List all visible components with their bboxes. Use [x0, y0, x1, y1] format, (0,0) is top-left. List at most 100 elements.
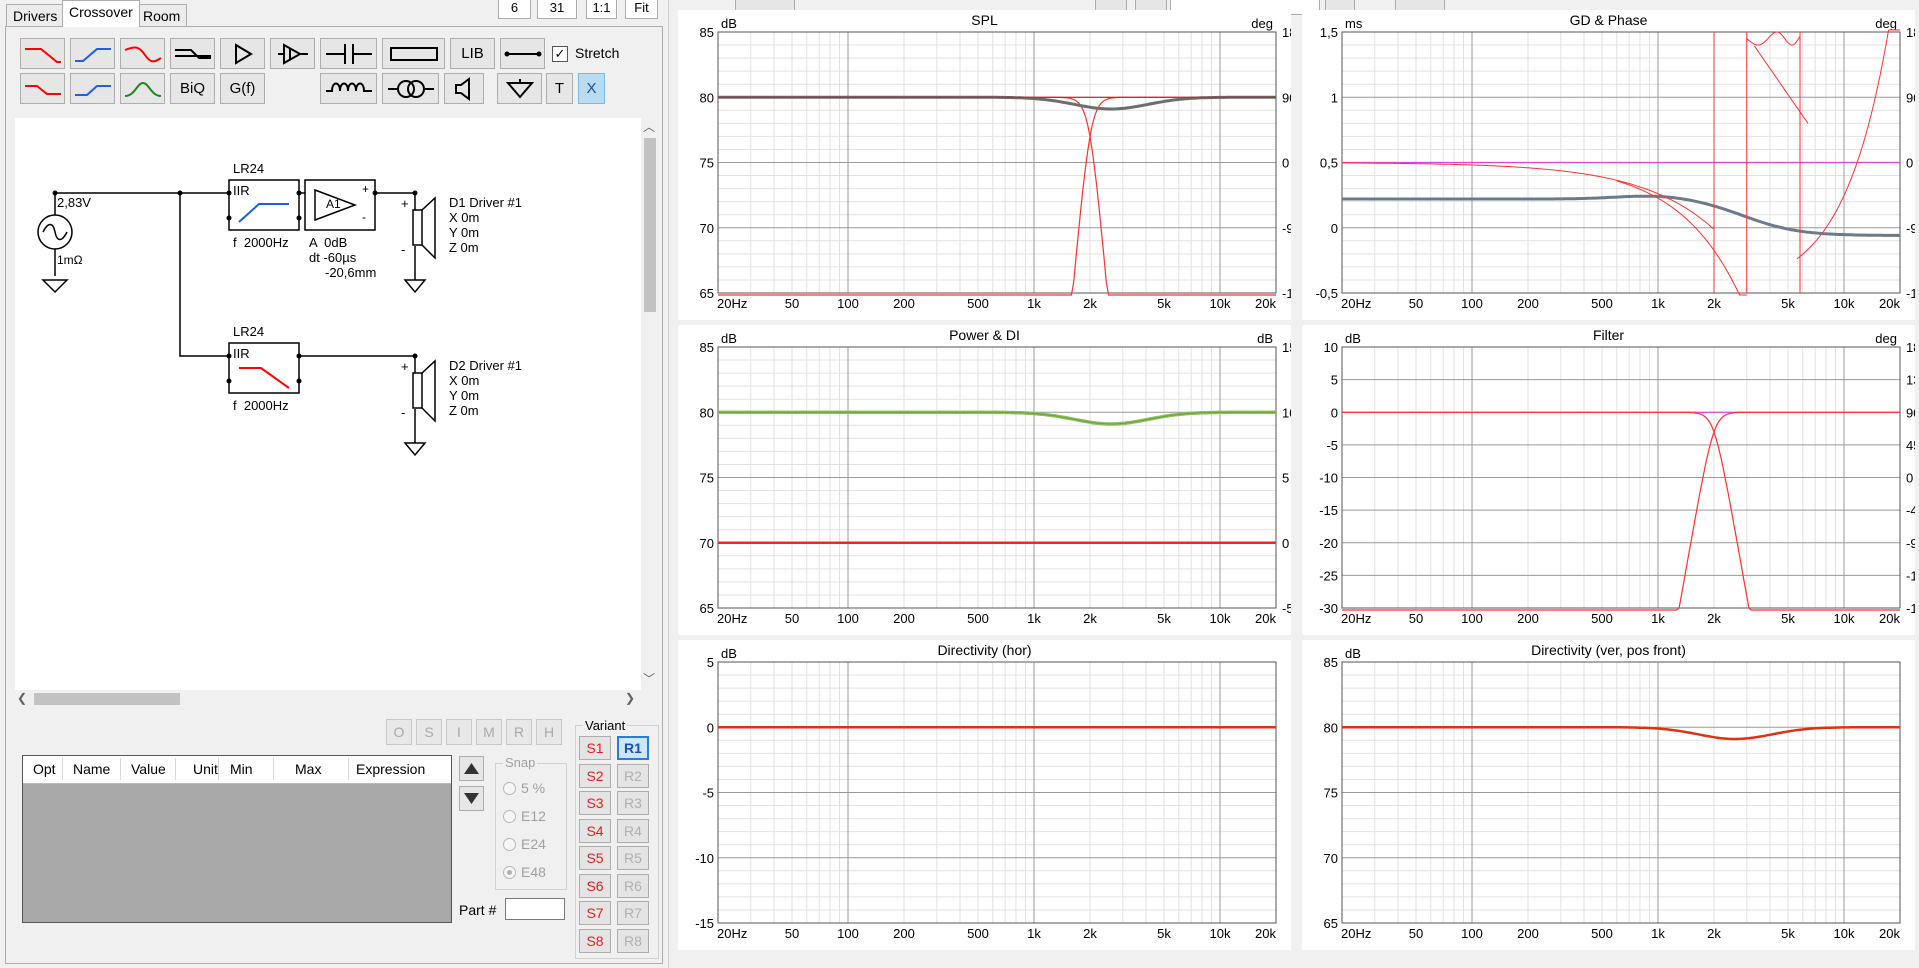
scroll-up-icon[interactable]: ︿	[643, 118, 655, 135]
chart-plot[interactable]: Power & DIdBdB8580757065151050-520Hz5010…	[678, 325, 1291, 635]
chart-plot[interactable]: FilterdBdeg1050-5-10-15-20-25-3018013590…	[1302, 325, 1915, 635]
buffer-button[interactable]	[270, 38, 315, 69]
highpass-filter-curve	[1342, 411, 1900, 611]
allpass-red-button[interactable]	[120, 38, 165, 69]
resistor-button[interactable]	[382, 38, 445, 69]
chart-panel[interactable]: SPL dB deg 85 80 75 70 65 180 90 0 -90 -180 20Hz 50 100…	[678, 10, 1291, 320]
block-2-type[interactable]: IIR	[233, 346, 250, 361]
chart-panel[interactable]: Directivity (ver, pos front) dB 85 80 75 70 65…	[1302, 640, 1915, 950]
fit-button[interactable]: Fit	[625, 0, 658, 19]
variant-s5-button[interactable]: S5	[579, 846, 611, 870]
variant-r7-button[interactable]: R7	[617, 901, 649, 925]
column-opt[interactable]: Opt	[33, 761, 56, 777]
m-button[interactable]: M	[476, 719, 502, 745]
variant-s2-button[interactable]: S2	[579, 763, 611, 788]
shelf-filter-button[interactable]	[170, 38, 215, 69]
variant-r8-button[interactable]: R8	[617, 928, 649, 953]
tab-crossover[interactable]: Crossover	[62, 0, 140, 27]
s-button[interactable]: S	[416, 719, 442, 745]
highpass-blue-2-button[interactable]	[70, 73, 115, 104]
frequency-tick-label: 50	[1409, 611, 1423, 626]
parameter-table[interactable]: Opt Name Value Unit Min Max Expression	[22, 755, 452, 923]
library-button[interactable]: LIB	[450, 38, 495, 69]
speaker-button[interactable]	[444, 73, 484, 104]
schematic-vertical-scrollbar[interactable]: ︿ ﹀	[641, 118, 659, 690]
h-button[interactable]: H	[536, 719, 562, 745]
phase-curve-top	[1746, 31, 1801, 46]
transformer-button[interactable]	[382, 73, 439, 104]
chart-panel[interactable]: GD & Phase ms deg 1,5 1 0,5 0 -0,5 180 90 0 -90 -180…	[1302, 10, 1915, 320]
snap-option-label: E48	[521, 864, 546, 880]
zoom-1to1-button[interactable]: 1:1	[586, 0, 617, 19]
amplifier-button[interactable]	[220, 38, 265, 69]
variant-s4-button[interactable]: S4	[579, 818, 611, 843]
o-button[interactable]: O	[386, 719, 412, 745]
scroll-down-icon[interactable]: ﹀	[643, 670, 655, 687]
bandpass-green-button[interactable]	[120, 73, 165, 104]
variant-s1-button[interactable]: S1	[579, 736, 611, 760]
horizontal-scroll-thumb[interactable]	[34, 693, 180, 705]
amp-minus-sign: -	[362, 210, 366, 224]
chart-plot[interactable]: Directivity (ver, pos front) dB 85 80 75 70 65…	[1302, 640, 1915, 950]
column-unit[interactable]: Unit	[193, 761, 218, 777]
frequency-tick-label: 500	[1591, 296, 1613, 311]
variant-s7-button[interactable]: S7	[579, 901, 611, 925]
stretch-checkbox[interactable]: ✓	[552, 46, 568, 62]
tab-room[interactable]: Room	[136, 4, 188, 26]
i-button[interactable]: I	[446, 719, 472, 745]
snap-option-e12[interactable]: E12	[503, 806, 559, 826]
x-tool-button[interactable]: X	[578, 73, 605, 104]
capacitor-button[interactable]	[320, 38, 377, 69]
variant-s8-button[interactable]: S8	[579, 928, 611, 953]
column-min[interactable]: Min	[230, 761, 253, 777]
move-down-button[interactable]	[459, 786, 484, 811]
variant-r5-button[interactable]: R5	[617, 846, 649, 870]
variant-r1-button[interactable]: R1	[617, 736, 649, 760]
variant-s3-button[interactable]: S3	[579, 791, 611, 815]
chart-plot[interactable]: GD & Phase ms deg 1,5 1 0,5 0 -0,5 180 90 0 -90 -180…	[1302, 10, 1915, 320]
r-button[interactable]: R	[506, 719, 532, 745]
snap-option-e48[interactable]: E48	[503, 862, 559, 882]
part-number-input[interactable]	[505, 898, 565, 920]
move-up-button[interactable]	[459, 756, 484, 781]
transfer-function-button[interactable]: G(f)	[220, 73, 265, 104]
wire-button[interactable]	[500, 38, 545, 69]
chart-panel[interactable]: Power & DIdBdB8580757065151050-520Hz5010…	[678, 325, 1291, 635]
column-expression[interactable]: Expression	[356, 761, 425, 777]
variant-r4-button[interactable]: R4	[617, 818, 649, 843]
schematic-canvas[interactable]: + - + - + - 2,83V 1mΩ LR24 IIR f 2000Hz …	[15, 118, 641, 690]
view-button-6[interactable]: 6	[498, 0, 531, 19]
text-tool-button[interactable]: T	[546, 73, 573, 104]
frequency-tick-label: 20Hz	[1341, 611, 1371, 626]
snap-option-5pct[interactable]: 5 %	[503, 778, 559, 798]
variant-s6-button[interactable]: S6	[579, 873, 611, 898]
tab-drivers[interactable]: Drivers	[6, 4, 65, 26]
snap-option-e24[interactable]: E24	[503, 834, 559, 854]
schematic-horizontal-scrollbar[interactable]: ❮ ❯	[15, 690, 641, 708]
lowpass-icon	[24, 47, 61, 63]
inductor-button[interactable]	[320, 73, 377, 104]
chart-panel[interactable]: FilterdBdeg1050-5-10-15-20-25-3018013590…	[1302, 325, 1915, 635]
lowpass-red-button[interactable]	[20, 38, 65, 69]
ground-button[interactable]	[497, 73, 542, 104]
right-tick-label: -5	[1282, 601, 1291, 616]
block-1-type[interactable]: IIR	[233, 183, 250, 198]
view-button-31[interactable]: 31	[537, 0, 577, 19]
variant-r3-button[interactable]: R3	[617, 791, 649, 815]
column-max[interactable]: Max	[295, 761, 321, 777]
lowpass-red-2-button[interactable]	[20, 73, 65, 104]
variant-r2-button[interactable]: R2	[617, 763, 649, 788]
scroll-left-icon[interactable]: ❮	[17, 691, 27, 705]
biquad-button[interactable]: BiQ	[170, 73, 215, 104]
highpass-blue-button[interactable]	[70, 38, 115, 69]
right-tick-label: -45	[1906, 503, 1915, 518]
variant-r6-button[interactable]: R6	[617, 873, 649, 898]
frequency-tick-label: 20k	[1879, 611, 1900, 626]
vertical-scroll-thumb[interactable]	[644, 138, 656, 312]
chart-plot[interactable]: SPL dB deg 85 80 75 70 65 180 90 0 -90 -180 20Hz 50 100…	[678, 10, 1291, 320]
column-name[interactable]: Name	[73, 761, 110, 777]
chart-plot[interactable]: Directivity (hor)dB50-5-10-1520Hz 50 100 20…	[678, 640, 1291, 950]
chart-panel[interactable]: Directivity (hor) dB 5 0 -5 -10 -15 20Hz 50 100 20…	[678, 640, 1291, 950]
scroll-right-icon[interactable]: ❯	[625, 691, 635, 705]
column-value[interactable]: Value	[131, 761, 166, 777]
